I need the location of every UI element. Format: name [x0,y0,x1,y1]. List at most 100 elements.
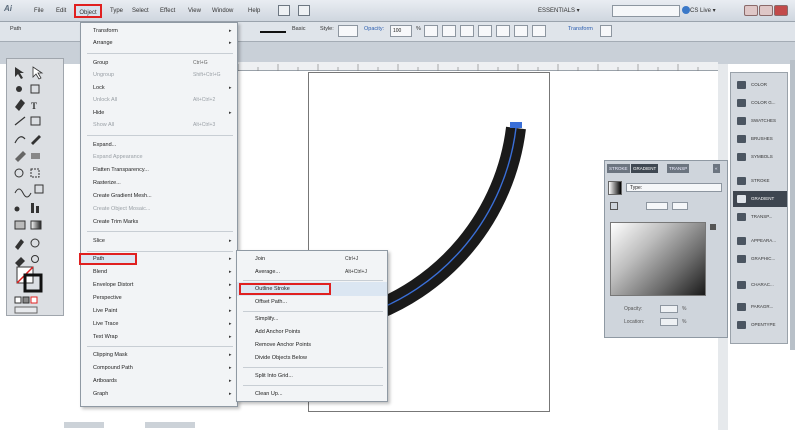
distribute-icon[interactable] [532,25,546,37]
screen-mode-icon[interactable] [14,306,38,314]
menu-select[interactable]: Select [132,6,149,16]
dock-swatches[interactable]: SWATCHES [733,113,787,129]
zoom-level-field[interactable] [64,422,104,428]
direct-selection-tool-icon[interactable] [32,66,44,80]
dock-paragraph[interactable]: PARAGR... [733,299,787,315]
stroke-gradient-icon[interactable] [610,202,618,210]
object-menu-lock[interactable]: Lock [93,84,105,93]
gradient-annotator-preview[interactable] [610,222,706,296]
eyedropper-tool-icon[interactable] [15,239,24,250]
dock-gradient[interactable]: GRADIENT [733,191,787,207]
object-menu-live-paint[interactable]: Live Paint [93,307,117,316]
dock-color[interactable]: COLOR [733,77,787,93]
menu-effect[interactable]: Effect [160,6,175,16]
object-menu-ungroup[interactable]: Ungroup [93,71,114,80]
object-menu-text-wrap[interactable]: Text Wrap [93,333,118,342]
mesh-tool-icon[interactable] [14,220,26,230]
object-menu-clipping-mask[interactable]: Clipping Mask [93,351,128,360]
gradient-opacity-input[interactable] [660,305,678,313]
gradient-angle-input[interactable] [646,202,668,210]
path-menu-remove-anchor-points[interactable]: Remove Anchor Points [255,341,311,350]
rotate-tool-icon[interactable] [14,168,24,178]
selection-tool-icon[interactable] [15,67,24,79]
blob-brush-tool-icon[interactable] [15,151,26,162]
dock-character[interactable]: CHARAC... [733,277,787,293]
path-menu-add-anchor-points[interactable]: Add Anchor Points [255,328,300,337]
object-menu-path[interactable]: Path [93,255,104,264]
path-menu-clean-up[interactable]: Clean Up... [255,390,283,399]
object-menu-artboards[interactable]: Artboards [93,377,117,386]
object-menu-live-trace[interactable]: Live Trace [93,320,118,329]
recolor-icon[interactable] [424,25,438,37]
object-menu-rasterize[interactable]: Rasterize... [93,179,121,188]
style-dropdown[interactable] [338,25,358,37]
brush-basic-label[interactable]: Basic [292,26,305,32]
menu-window[interactable]: Window [212,6,233,16]
type-tool-icon[interactable]: T [31,101,37,111]
menu-type[interactable]: Type [110,6,123,16]
tab-transparency[interactable]: TRANSP [667,164,690,173]
object-menu-create-object-mosaic[interactable]: Create Object Mosaic... [93,205,150,214]
gradient-mode-icon[interactable] [22,296,30,304]
pen-tool-icon[interactable] [15,99,25,111]
object-menu-create-trim-marks[interactable]: Create Trim Marks [93,218,138,227]
close-button[interactable] [774,5,788,16]
dock-symbols[interactable]: SYMBOLS [733,149,787,165]
aspect-ratio-input[interactable] [672,202,688,210]
object-menu-perspective[interactable]: Perspective [93,294,122,303]
column-graph-tool-icon[interactable] [31,203,34,213]
transform-link[interactable]: Transform [568,26,593,32]
bridge-icon[interactable] [278,5,290,16]
path-menu-average[interactable]: Average... [255,268,280,277]
rectangle-tool-icon[interactable] [30,116,41,126]
align-right-icon[interactable] [514,25,528,37]
scale-tool-icon[interactable] [30,168,40,178]
magic-wand-tool-icon[interactable] [16,86,22,92]
object-menu-group[interactable]: Group [93,59,108,68]
object-menu-compound-path[interactable]: Compound Path [93,364,133,373]
menu-object[interactable]: Object [74,4,102,18]
none-mode-icon[interactable] [30,296,38,304]
eraser-tool-icon[interactable] [31,153,40,159]
dock-stroke[interactable]: STROKE [733,173,787,189]
symbol-sprayer-tool-icon[interactable] [14,206,20,212]
object-menu-flatten-transparency[interactable]: Flatten Transparency... [93,166,149,175]
path-menu-simplify[interactable]: Simplify... [255,315,278,324]
object-menu-blend[interactable]: Blend [93,268,107,277]
object-menu-transform[interactable]: Transform [93,27,118,36]
color-mode-icon[interactable] [14,296,22,304]
dock-opentype[interactable]: OPENTYPE [733,317,787,333]
object-menu-slice[interactable]: Slice [93,237,105,246]
paintbrush-tool-icon[interactable] [14,136,26,144]
gradient-preview-swatch[interactable] [608,181,622,195]
align-left-icon[interactable] [478,25,492,37]
scissors-tool-icon[interactable] [15,257,25,267]
preferences-icon[interactable] [460,25,474,37]
gradient-location-input[interactable] [660,318,678,326]
menu-edit[interactable]: Edit [56,6,66,16]
anchor-point[interactable] [510,122,522,128]
dock-color-guide[interactable]: COLOR G... [733,95,787,111]
warp-tool-icon[interactable] [14,188,32,198]
dock-collapse-strip[interactable] [790,60,795,350]
artboard-navigation[interactable] [145,422,196,428]
gradient-tool-icon[interactable] [30,220,42,230]
path-menu-split-into-grid[interactable]: Split Into Grid... [255,372,293,381]
path-menu-join[interactable]: Join [255,255,265,264]
opacity-input[interactable]: 100 [390,25,412,37]
object-menu-expand[interactable]: Expand... [93,141,116,150]
blend-tool-icon[interactable] [30,238,40,248]
dock-brushes[interactable]: BRUSHES [733,131,787,147]
free-transform-tool-icon[interactable] [34,184,44,194]
cs-live-button[interactable]: CS Live ▾ [690,5,734,17]
object-menu-create-gradient-mesh[interactable]: Create Gradient Mesh... [93,192,152,201]
object-menu-expand-appearance[interactable]: Expand Appearance [93,153,143,162]
tab-gradient[interactable]: GRADIENT [631,164,659,173]
object-menu-unlock-all[interactable]: Unlock All [93,96,117,105]
tab-stroke[interactable]: STROKE [607,164,630,173]
gradient-panel-scroll-icon[interactable] [710,224,716,230]
dock-graphic-styles[interactable]: GRAPHIC... [733,251,787,267]
help-search-input[interactable] [612,5,680,17]
object-menu-arrange[interactable]: Arrange [93,39,113,48]
document-setup-icon[interactable] [442,25,456,37]
